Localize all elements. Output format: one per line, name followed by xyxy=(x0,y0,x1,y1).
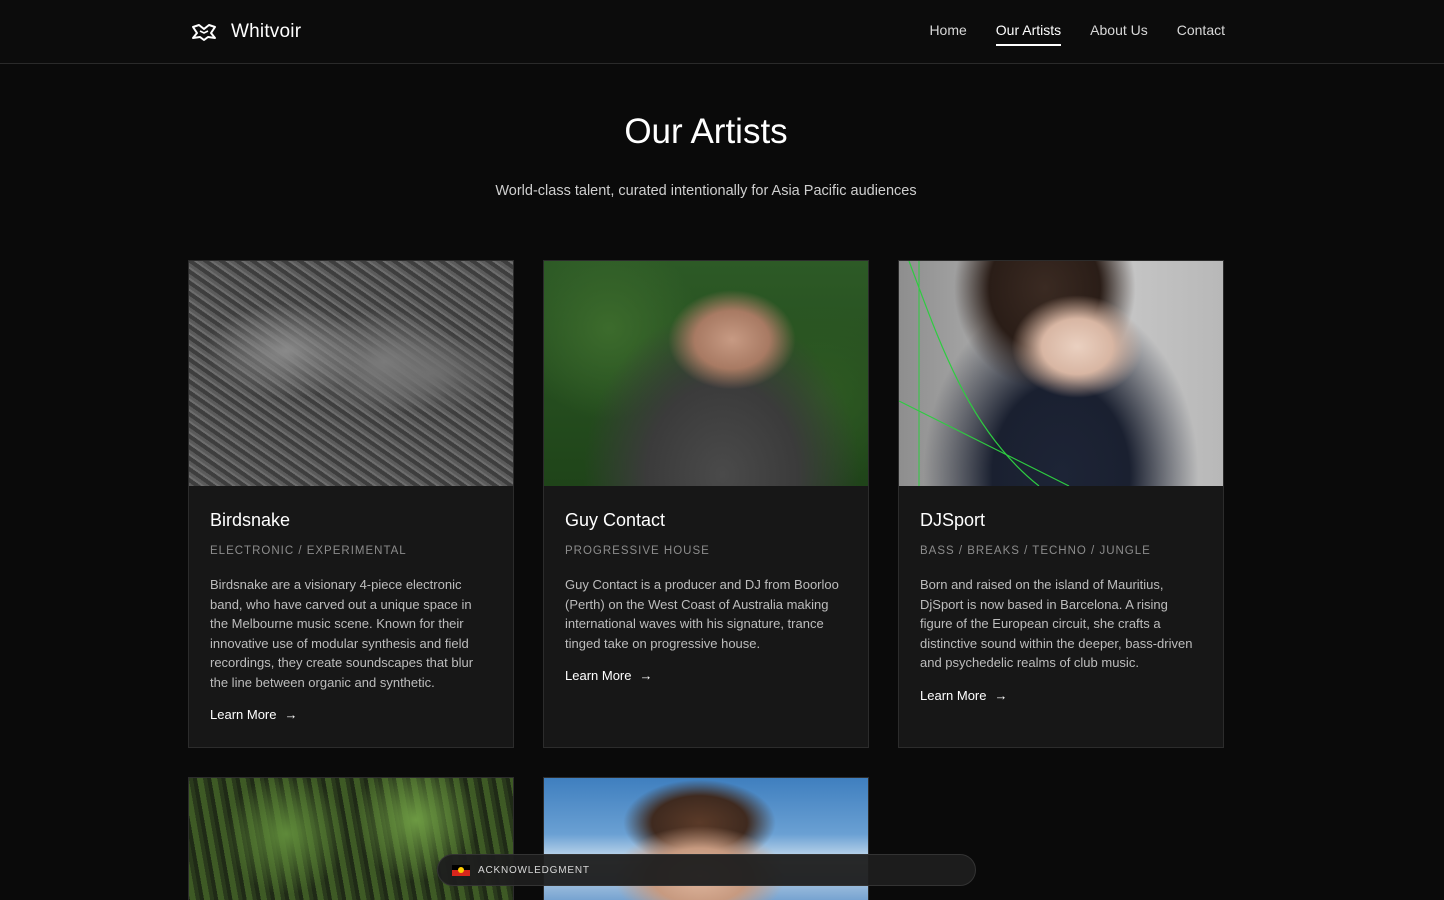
artist-genre: ELECTRONIC / EXPERIMENTAL xyxy=(210,545,407,557)
arrow-right-icon: → xyxy=(994,687,1008,703)
nav-home[interactable]: Home xyxy=(929,22,966,46)
artist-photo xyxy=(544,261,868,486)
learn-more-link[interactable]: Learn More → xyxy=(565,668,652,683)
photo-overlay-lines xyxy=(899,261,1070,486)
artist-name: DJSport xyxy=(920,510,986,530)
learn-more-label: Learn More xyxy=(210,707,277,722)
artist-card-guy-contact[interactable]: Guy Contact PROGRESSIVE HOUSE Guy Contac… xyxy=(543,260,869,748)
learn-more-link[interactable]: Learn More → xyxy=(920,688,1007,703)
learn-more-label: Learn More xyxy=(565,668,632,683)
brand-logo-link[interactable]: Whitvoir xyxy=(191,19,301,45)
brand-logo-icon xyxy=(192,24,216,41)
artist-genre: BASS / BREAKS / TECHNO / JUNGLE xyxy=(920,545,1151,557)
artist-name: Birdsnake xyxy=(210,510,291,530)
learn-more-link[interactable]: Learn More → xyxy=(210,707,297,722)
top-navbar: Whitvoir Home Our Artists About Us Conta… xyxy=(0,0,1444,64)
page-subtitle: World-class talent, curated intentionall… xyxy=(495,183,917,199)
artist-description: Born and raised on the island of Mauriti… xyxy=(920,577,1193,670)
artist-description: Guy Contact is a producer and DJ from Bo… xyxy=(565,577,839,651)
artist-card-birdsnake[interactable]: Birdsnake ELECTRONIC / EXPERIMENTAL Bird… xyxy=(188,260,514,748)
brand-name: Whitvoir xyxy=(231,21,302,42)
artist-genre: PROGRESSIVE HOUSE xyxy=(565,545,710,557)
page-title: Our Artists xyxy=(624,112,788,151)
arrow-right-icon: → xyxy=(284,707,298,722)
artist-description: Birdsnake are a visionary 4-piece electr… xyxy=(210,577,474,690)
arrow-right-icon: → xyxy=(639,668,653,683)
acknowledgment-bar[interactable]: ACKNOWLEDGMENT xyxy=(437,854,976,886)
main-nav: Home Our Artists About Us Contact xyxy=(929,22,1225,46)
artist-name: Guy Contact xyxy=(565,510,666,530)
artist-photo xyxy=(899,261,1223,486)
nav-our-artists[interactable]: Our Artists xyxy=(995,22,1062,46)
aboriginal-flag-icon xyxy=(452,864,470,876)
artist-photo xyxy=(189,261,513,486)
learn-more-label: Learn More xyxy=(920,687,987,703)
nav-about-us[interactable]: About Us xyxy=(1090,22,1148,46)
acknowledgment-label: ACKNOWLEDGMENT xyxy=(478,864,590,876)
artist-card-djsport[interactable]: DJSport BASS / BREAKS / TECHNO / JUNGLE … xyxy=(898,260,1224,748)
nav-contact[interactable]: Contact xyxy=(1177,22,1225,46)
